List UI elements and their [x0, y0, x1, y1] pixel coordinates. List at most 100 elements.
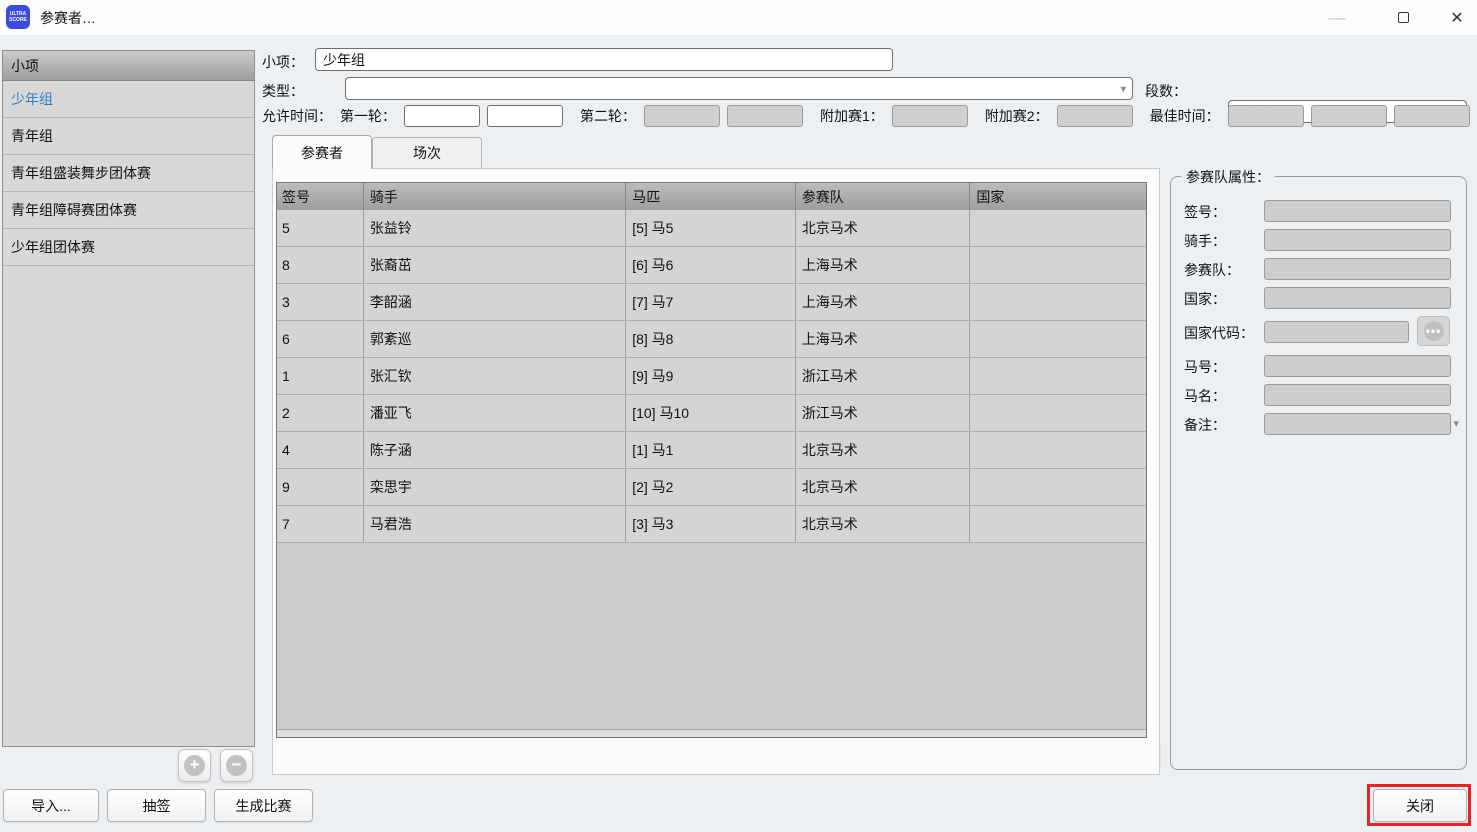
- table-cell: 李韶涵: [364, 284, 626, 320]
- table-body: 5张益铃[5] 马5北京马术8张裔茁[6] 马6上海马术3李韶涵[7] 马7上海…: [277, 210, 1146, 543]
- property-label: 参赛队：: [1184, 260, 1240, 280]
- table-row[interactable]: 5张益铃[5] 马5北京马术: [277, 210, 1146, 247]
- property-label: 马名：: [1184, 386, 1226, 406]
- type-combobox[interactable]: ▾: [345, 77, 1133, 100]
- table-cell: 张益铃: [364, 210, 626, 246]
- column-header[interactable]: 骑手: [364, 183, 626, 210]
- table-row[interactable]: 6郭紊巡[8] 马8上海马术: [277, 321, 1146, 358]
- sidebar-item[interactable]: 少年组团体赛: [3, 229, 254, 266]
- time-input[interactable]: [644, 105, 720, 127]
- table-row[interactable]: 2潘亚飞[10] 马10浙江马术: [277, 395, 1146, 432]
- table-cell: [1] 马1: [626, 432, 796, 468]
- participants-table: 签号骑手马匹参赛队国家 5张益铃[5] 马5北京马术8张裔茁[6] 马6上海马术…: [276, 182, 1147, 738]
- table-cell: [970, 395, 1146, 431]
- tab-participants[interactable]: 参赛者: [272, 135, 372, 169]
- table-cell: [3] 马3: [626, 506, 796, 542]
- table-row[interactable]: 4陈子涵[1] 马1北京马术: [277, 432, 1146, 469]
- property-row: 骑手：: [1171, 229, 1466, 251]
- table-cell: 潘亚飞: [364, 395, 626, 431]
- table-cell: 浙江马术: [796, 395, 971, 431]
- sidebar-item[interactable]: 青年组障碍赛团体赛: [3, 192, 254, 229]
- time-group-label: 最佳时间：: [1150, 106, 1220, 126]
- table-cell: [2] 马2: [626, 469, 796, 505]
- import-button[interactable]: 导入...: [3, 789, 99, 822]
- event-list-panel: 小项 少年组青年组青年组盛装舞步团体赛青年组障碍赛团体赛少年组团体赛: [2, 50, 255, 747]
- property-label: 签号：: [1184, 202, 1226, 222]
- property-row: 签号：: [1171, 200, 1466, 222]
- time-group-label: 附加赛1：: [820, 106, 884, 126]
- property-label: 国家代码：: [1184, 323, 1254, 343]
- table-cell: 6: [277, 321, 364, 357]
- sidebar-item[interactable]: 青年组: [3, 118, 254, 155]
- sidebar-remove-button[interactable]: −: [220, 749, 253, 782]
- property-input[interactable]: [1264, 200, 1451, 222]
- property-combobox[interactable]: [1264, 413, 1451, 435]
- property-input[interactable]: [1264, 229, 1451, 251]
- table-cell: 浙江马术: [796, 358, 971, 394]
- table-cell: [970, 506, 1146, 542]
- team-properties-group: 参赛队属性： 签号：骑手：参赛队：国家：国家代码：•••马号：马名：备注：▾: [1170, 176, 1467, 770]
- table-row[interactable]: 3李韶涵[7] 马7上海马术: [277, 284, 1146, 321]
- table-scroll-strip[interactable]: [277, 729, 1146, 737]
- table-cell: [10] 马10: [626, 395, 796, 431]
- draw-lots-button[interactable]: 抽签: [107, 789, 206, 822]
- chevron-down-icon: ▾: [1453, 417, 1459, 430]
- column-header[interactable]: 参赛队: [796, 183, 971, 210]
- minimize-icon: —: [1329, 8, 1346, 28]
- time-input[interactable]: [487, 105, 563, 127]
- property-label: 骑手：: [1184, 231, 1226, 251]
- property-row: 马名：: [1171, 384, 1466, 406]
- time-input[interactable]: [404, 105, 480, 127]
- property-input[interactable]: [1264, 355, 1451, 377]
- property-input[interactable]: [1264, 287, 1451, 309]
- table-cell: 8: [277, 247, 364, 283]
- sidebar-item[interactable]: 青年组盛装舞步团体赛: [3, 155, 254, 192]
- column-header[interactable]: 国家: [970, 183, 1146, 210]
- table-row[interactable]: 9栾思宇[2] 马2北京马术: [277, 469, 1146, 506]
- browse-button[interactable]: •••: [1417, 316, 1450, 346]
- table-cell: [970, 358, 1146, 394]
- table-cell: 7: [277, 506, 364, 542]
- table-cell: 北京马术: [796, 432, 971, 468]
- close-button[interactable]: 关闭: [1373, 789, 1467, 822]
- sidebar-item[interactable]: 少年组: [3, 81, 254, 118]
- table-cell: 张汇钦: [364, 358, 626, 394]
- table-cell: 北京马术: [796, 506, 971, 542]
- app-logo-text-2: SCORE: [9, 17, 27, 23]
- table-header: 签号骑手马匹参赛队国家: [277, 183, 1146, 210]
- generate-matches-button[interactable]: 生成比赛: [214, 789, 313, 822]
- event-list-header: 小项: [3, 51, 254, 81]
- maximize-button[interactable]: [1384, 0, 1422, 35]
- table-cell: 马君浩: [364, 506, 626, 542]
- sidebar-add-button[interactable]: +: [178, 749, 211, 782]
- time-input[interactable]: [1228, 105, 1304, 127]
- property-label: 备注：: [1184, 415, 1226, 435]
- item-name-input[interactable]: 少年组: [315, 48, 893, 71]
- property-input[interactable]: [1264, 258, 1451, 280]
- close-window-button[interactable]: ✕: [1438, 0, 1476, 35]
- time-input[interactable]: [1311, 105, 1387, 127]
- table-cell: 北京马术: [796, 210, 971, 246]
- table-row[interactable]: 8张裔茁[6] 马6上海马术: [277, 247, 1146, 284]
- time-input[interactable]: [727, 105, 803, 127]
- minimize-button[interactable]: —: [1318, 0, 1356, 35]
- time-input[interactable]: [892, 105, 968, 127]
- table-cell: 栾思宇: [364, 469, 626, 505]
- table-row[interactable]: 1张汇钦[9] 马9浙江马术: [277, 358, 1146, 395]
- table-cell: [9] 马9: [626, 358, 796, 394]
- time-input[interactable]: [1057, 105, 1133, 127]
- table-row[interactable]: 7马君浩[3] 马3北京马术: [277, 506, 1146, 543]
- titlebar: ULTRA SCORE 参赛者… — ✕: [0, 0, 1477, 35]
- table-cell: [8] 马8: [626, 321, 796, 357]
- time-input[interactable]: [1394, 105, 1470, 127]
- table-cell: 上海马术: [796, 247, 971, 283]
- property-input[interactable]: [1264, 321, 1409, 343]
- table-cell: 上海马术: [796, 321, 971, 357]
- column-header[interactable]: 签号: [277, 183, 364, 210]
- maximize-icon: [1398, 12, 1409, 23]
- property-input[interactable]: [1264, 384, 1451, 406]
- column-header[interactable]: 马匹: [626, 183, 796, 210]
- table-cell: 北京马术: [796, 469, 971, 505]
- table-empty-area: [277, 543, 1146, 729]
- tab-sessions[interactable]: 场次: [372, 137, 482, 168]
